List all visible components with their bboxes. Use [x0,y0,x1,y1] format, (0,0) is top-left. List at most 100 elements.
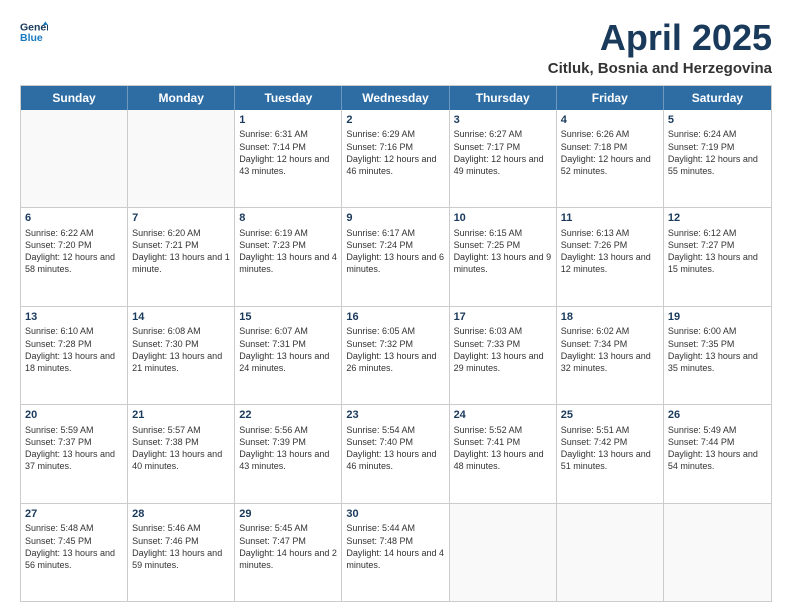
sunset: Sunset: 7:28 PM [25,338,123,350]
daylight: Daylight: 12 hours and 58 minutes. [25,251,123,275]
sunset: Sunset: 7:40 PM [346,436,444,448]
sunrise: Sunrise: 6:08 AM [132,325,230,337]
calendar-cell: 24Sunrise: 5:52 AMSunset: 7:41 PMDayligh… [450,405,557,502]
weekday-header: Thursday [450,86,557,110]
calendar-cell: 27Sunrise: 5:48 AMSunset: 7:45 PMDayligh… [21,504,128,601]
sunset: Sunset: 7:37 PM [25,436,123,448]
weekday-header: Tuesday [235,86,342,110]
sunset: Sunset: 7:47 PM [239,535,337,547]
day-number: 3 [454,113,552,128]
sunrise: Sunrise: 5:45 AM [239,522,337,534]
sunset: Sunset: 7:31 PM [239,338,337,350]
calendar-cell: 2Sunrise: 6:29 AMSunset: 7:16 PMDaylight… [342,110,449,207]
sunset: Sunset: 7:34 PM [561,338,659,350]
calendar-cell: 20Sunrise: 5:59 AMSunset: 7:37 PMDayligh… [21,405,128,502]
sunrise: Sunrise: 5:56 AM [239,424,337,436]
calendar-cell: 11Sunrise: 6:13 AMSunset: 7:26 PMDayligh… [557,208,664,305]
calendar-cell: 22Sunrise: 5:56 AMSunset: 7:39 PMDayligh… [235,405,342,502]
daylight: Daylight: 14 hours and 2 minutes. [239,547,337,571]
day-number: 16 [346,310,444,325]
sunset: Sunset: 7:21 PM [132,239,230,251]
weekday-header: Monday [128,86,235,110]
daylight: Daylight: 14 hours and 4 minutes. [346,547,444,571]
sunset: Sunset: 7:26 PM [561,239,659,251]
sunset: Sunset: 7:46 PM [132,535,230,547]
sunset: Sunset: 7:23 PM [239,239,337,251]
day-number: 7 [132,211,230,226]
sunrise: Sunrise: 6:13 AM [561,227,659,239]
day-number: 1 [239,113,337,128]
day-number: 24 [454,408,552,423]
sunrise: Sunrise: 6:29 AM [346,128,444,140]
sunset: Sunset: 7:45 PM [25,535,123,547]
logo: General Blue [20,18,48,46]
calendar-page: General Blue April 2025 Citluk, Bosnia a… [0,0,792,612]
calendar-header: SundayMondayTuesdayWednesdayThursdayFrid… [21,86,771,110]
calendar-cell: 19Sunrise: 6:00 AMSunset: 7:35 PMDayligh… [664,307,771,404]
sunrise: Sunrise: 5:59 AM [25,424,123,436]
calendar-cell [557,504,664,601]
day-number: 12 [668,211,767,226]
daylight: Daylight: 13 hours and 21 minutes. [132,350,230,374]
weekday-header: Wednesday [342,86,449,110]
sunset: Sunset: 7:16 PM [346,141,444,153]
calendar-cell: 18Sunrise: 6:02 AMSunset: 7:34 PMDayligh… [557,307,664,404]
sunrise: Sunrise: 6:22 AM [25,227,123,239]
sunrise: Sunrise: 6:19 AM [239,227,337,239]
sunrise: Sunrise: 5:46 AM [132,522,230,534]
daylight: Daylight: 13 hours and 18 minutes. [25,350,123,374]
sunrise: Sunrise: 6:00 AM [668,325,767,337]
sunrise: Sunrise: 5:44 AM [346,522,444,534]
day-number: 8 [239,211,337,226]
daylight: Daylight: 13 hours and 43 minutes. [239,448,337,472]
daylight: Daylight: 13 hours and 12 minutes. [561,251,659,275]
daylight: Daylight: 13 hours and 15 minutes. [668,251,767,275]
daylight: Daylight: 13 hours and 56 minutes. [25,547,123,571]
calendar-row: 20Sunrise: 5:59 AMSunset: 7:37 PMDayligh… [21,405,771,503]
day-number: 23 [346,408,444,423]
calendar-row: 27Sunrise: 5:48 AMSunset: 7:45 PMDayligh… [21,504,771,601]
daylight: Daylight: 12 hours and 52 minutes. [561,153,659,177]
sunrise: Sunrise: 6:15 AM [454,227,552,239]
calendar-cell: 29Sunrise: 5:45 AMSunset: 7:47 PMDayligh… [235,504,342,601]
daylight: Daylight: 13 hours and 48 minutes. [454,448,552,472]
calendar-cell: 26Sunrise: 5:49 AMSunset: 7:44 PMDayligh… [664,405,771,502]
daylight: Daylight: 13 hours and 37 minutes. [25,448,123,472]
daylight: Daylight: 13 hours and 9 minutes. [454,251,552,275]
daylight: Daylight: 13 hours and 24 minutes. [239,350,337,374]
day-number: 14 [132,310,230,325]
day-number: 27 [25,507,123,522]
sunrise: Sunrise: 6:26 AM [561,128,659,140]
sunset: Sunset: 7:18 PM [561,141,659,153]
sunrise: Sunrise: 5:51 AM [561,424,659,436]
calendar-cell: 3Sunrise: 6:27 AMSunset: 7:17 PMDaylight… [450,110,557,207]
logo-icon: General Blue [20,18,48,46]
daylight: Daylight: 13 hours and 26 minutes. [346,350,444,374]
calendar-cell: 10Sunrise: 6:15 AMSunset: 7:25 PMDayligh… [450,208,557,305]
sunrise: Sunrise: 5:49 AM [668,424,767,436]
calendar-cell: 4Sunrise: 6:26 AMSunset: 7:18 PMDaylight… [557,110,664,207]
calendar-cell: 14Sunrise: 6:08 AMSunset: 7:30 PMDayligh… [128,307,235,404]
sunset: Sunset: 7:48 PM [346,535,444,547]
calendar-cell: 23Sunrise: 5:54 AMSunset: 7:40 PMDayligh… [342,405,449,502]
calendar-cell [450,504,557,601]
sunrise: Sunrise: 6:03 AM [454,325,552,337]
weekday-header: Saturday [664,86,771,110]
day-number: 30 [346,507,444,522]
sunset: Sunset: 7:24 PM [346,239,444,251]
weekday-header: Friday [557,86,664,110]
sunrise: Sunrise: 6:20 AM [132,227,230,239]
sunset: Sunset: 7:33 PM [454,338,552,350]
sunset: Sunset: 7:17 PM [454,141,552,153]
sunset: Sunset: 7:25 PM [454,239,552,251]
sunset: Sunset: 7:44 PM [668,436,767,448]
location: Citluk, Bosnia and Herzegovina [548,60,772,77]
daylight: Daylight: 12 hours and 55 minutes. [668,153,767,177]
calendar-cell: 5Sunrise: 6:24 AMSunset: 7:19 PMDaylight… [664,110,771,207]
calendar-cell: 1Sunrise: 6:31 AMSunset: 7:14 PMDaylight… [235,110,342,207]
title-block: April 2025 Citluk, Bosnia and Herzegovin… [548,18,772,77]
day-number: 21 [132,408,230,423]
daylight: Daylight: 13 hours and 54 minutes. [668,448,767,472]
day-number: 13 [25,310,123,325]
sunrise: Sunrise: 5:57 AM [132,424,230,436]
